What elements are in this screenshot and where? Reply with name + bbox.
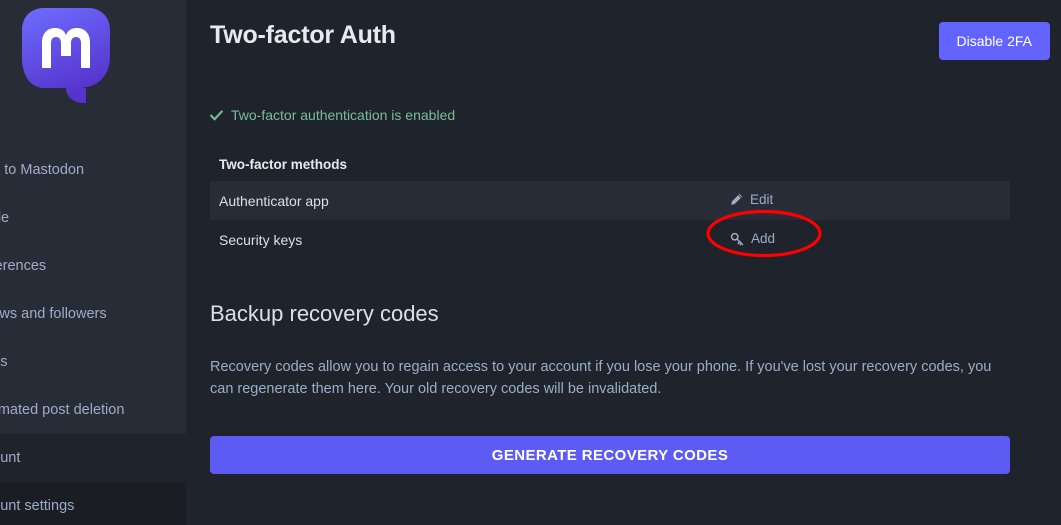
key-icon	[730, 232, 744, 245]
sidebar: Back to Mastodon Profile Preferences Fol…	[0, 0, 187, 525]
check-icon	[210, 109, 223, 121]
sidebar-item-label: Profile	[0, 210, 10, 226]
sidebar-item-label: Filters	[0, 354, 8, 370]
method-action-cell: Edit	[730, 181, 1010, 220]
table-row: Authenticator app Edit	[210, 181, 1010, 220]
mastodon-logo-icon	[22, 8, 110, 104]
add-security-key-link[interactable]: Add	[730, 231, 775, 246]
sidebar-item-label: Account settings	[0, 498, 75, 514]
sidebar-item-filters[interactable]: Filters	[0, 338, 187, 386]
sidebar-item-preferences[interactable]: Preferences	[0, 242, 187, 290]
page-title: Two-factor Auth	[210, 21, 396, 49]
pencil-icon	[731, 193, 743, 205]
status-badge: Two-factor authentication is enabled	[210, 107, 1011, 123]
sidebar-item-back-to-mastodon[interactable]: Back to Mastodon	[0, 146, 187, 194]
action-label: Add	[751, 231, 776, 246]
sidebar-item-label: Account	[0, 450, 21, 466]
mastodon-logo[interactable]	[18, 4, 114, 108]
table-header-row: Two-factor methods	[210, 148, 1010, 181]
sidebar-item-label: Back to Mastodon	[0, 162, 85, 178]
sidebar-item-account-settings[interactable]: Account settings	[0, 482, 187, 525]
sidebar-item-label: Preferences	[0, 258, 47, 274]
page-header: Two-factor Auth Disable 2FA	[210, 0, 1050, 60]
action-label: Edit	[750, 192, 774, 207]
table-row: Security keys Add	[210, 220, 1010, 260]
sidebar-nav: Back to Mastodon Profile Preferences Fol…	[0, 146, 187, 525]
generate-recovery-codes-button[interactable]: GENERATE RECOVERY CODES	[210, 436, 1010, 475]
two-factor-methods-table: Two-factor methods Authenticator app Edi…	[210, 148, 1010, 260]
edit-authenticator-app-link[interactable]: Edit	[730, 192, 773, 207]
backup-recovery-codes-description: Recovery codes allow you to regain acces…	[210, 358, 992, 397]
backup-recovery-codes-title: Backup recovery codes	[210, 300, 439, 326]
column-header-actions	[730, 148, 1010, 181]
sidebar-item-profile[interactable]: Profile	[0, 194, 187, 242]
column-header-methods: Two-factor methods	[210, 148, 730, 181]
disable-2fa-button[interactable]: Disable 2FA	[938, 22, 1050, 60]
method-name-cell: Security keys	[210, 220, 730, 260]
app-window: Back to Mastodon Profile Preferences Fol…	[0, 0, 1061, 525]
sidebar-item-label: Follows and followers	[0, 306, 107, 322]
sidebar-item-account[interactable]: Account	[0, 434, 187, 482]
main-content: Two-factor Auth Disable 2FA Two-factor a…	[187, 0, 1061, 525]
status-text: Two-factor authentication is enabled	[231, 107, 456, 123]
method-name-cell: Authenticator app	[210, 181, 730, 220]
sidebar-item-label: Automated post deletion	[0, 402, 125, 418]
sidebar-item-follows-and-followers[interactable]: Follows and followers	[0, 290, 187, 338]
method-action-cell: Add	[730, 220, 1010, 260]
sidebar-item-automated-post-deletion[interactable]: Automated post deletion	[0, 386, 187, 434]
